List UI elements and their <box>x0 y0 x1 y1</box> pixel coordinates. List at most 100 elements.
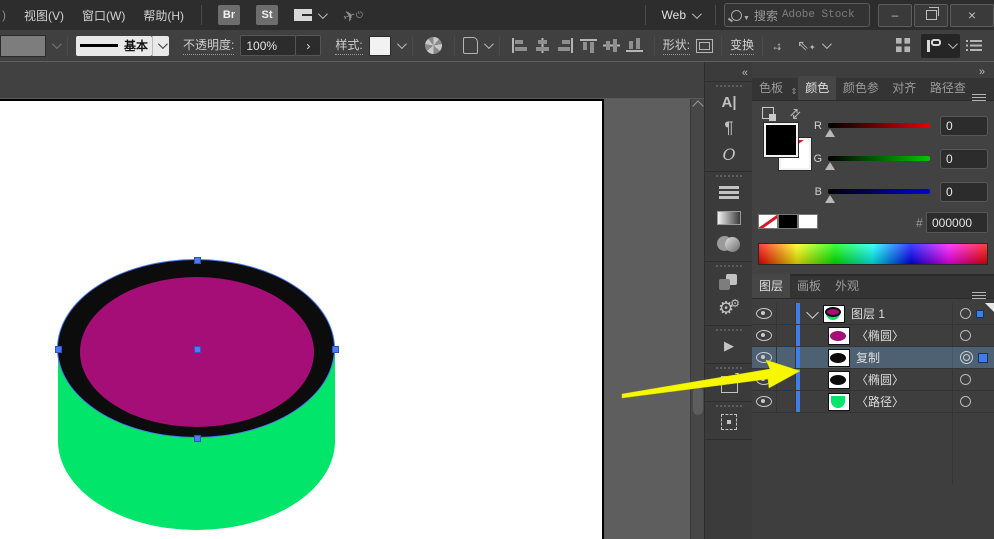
stock-search-input[interactable]: ▼ 搜索 Adobe Stock <box>724 3 870 27</box>
align-center-vertical-icon[interactable] <box>603 38 620 53</box>
target-cell[interactable] <box>952 391 994 412</box>
target-double-circle-icon[interactable] <box>960 351 973 364</box>
anchor-point-center[interactable] <box>194 346 201 353</box>
lock-cell[interactable] <box>777 303 796 324</box>
visibility-cell[interactable] <box>752 391 777 412</box>
align-top-icon[interactable] <box>580 38 597 53</box>
visibility-cell[interactable] <box>752 303 777 324</box>
menu-view[interactable]: 视图(V) <box>15 7 73 24</box>
select-similar-button[interactable]: ⇖✦ <box>797 37 828 54</box>
bridge-button[interactable]: Br <box>218 5 240 25</box>
selection-indicator[interactable] <box>976 310 984 318</box>
tab-layers[interactable]: 图层 <box>752 274 790 298</box>
red-slider-thumb[interactable] <box>825 129 835 137</box>
collapse-panels-icon[interactable]: » <box>979 66 984 78</box>
green-slider[interactable] <box>828 156 930 161</box>
workspace-switcher[interactable]: Web <box>654 8 707 22</box>
symbols-panel-icon[interactable]: ⚙⚙ <box>705 295 753 321</box>
default-fill-stroke-icon[interactable] <box>762 107 774 119</box>
scroll-up-icon[interactable] <box>692 100 703 111</box>
layer-name[interactable]: 复制 <box>856 349 880 366</box>
stroke-profile-dropdown[interactable]: 基本 <box>76 36 169 56</box>
dock-grip[interactable] <box>716 85 742 87</box>
target-cell[interactable] <box>952 347 994 368</box>
green-slider-thumb[interactable] <box>825 162 835 170</box>
anchor-point-right[interactable] <box>332 346 339 353</box>
target-circle-icon[interactable] <box>960 308 971 319</box>
target-cell[interactable] <box>952 325 994 346</box>
panel-menu-icon[interactable] <box>972 94 986 95</box>
layer-thumbnail-black-ellipse[interactable] <box>828 371 850 389</box>
style-swatch[interactable] <box>369 36 391 56</box>
align-center-horizontal-icon[interactable] <box>534 38 551 53</box>
layer-thumbnail-black-ellipse[interactable] <box>828 349 850 367</box>
character-panel-icon[interactable]: A| <box>705 89 753 115</box>
document-setup-button[interactable] <box>463 37 491 54</box>
hex-value-input[interactable]: 000000 <box>926 212 988 233</box>
fill-color-dropdown[interactable] <box>0 35 46 57</box>
anchor-point-bottom[interactable] <box>194 435 201 442</box>
color-spectrum-bar[interactable] <box>758 243 988 265</box>
layer-row-layer1[interactable]: 图层 1 <box>752 303 994 325</box>
arrange-documents-button[interactable] <box>294 9 325 21</box>
align-right-icon[interactable] <box>557 38 574 53</box>
dock-grip[interactable] <box>716 175 742 177</box>
fill-proxy-swatch[interactable] <box>764 123 798 157</box>
none-swatch[interactable] <box>758 214 778 229</box>
menu-help[interactable]: 帮助(H) <box>134 7 193 24</box>
black-swatch[interactable] <box>778 214 798 229</box>
isolate-selected-icon[interactable]: ↔↕ <box>771 38 789 54</box>
menu-list-icon[interactable] <box>966 39 982 52</box>
tab-appearance[interactable]: 外观 <box>828 274 866 298</box>
collapse-dock-icon[interactable]: « <box>742 67 747 79</box>
tab-artboards[interactable]: 画板 <box>790 274 828 298</box>
lock-cell[interactable] <box>777 369 796 390</box>
blue-value-input[interactable]: 0 <box>940 182 988 202</box>
opentype-panel-icon[interactable]: O <box>705 141 753 167</box>
target-circle-icon[interactable] <box>960 330 971 341</box>
layer-row-ellipse-black[interactable]: 〈椭圆〉 <box>752 369 994 391</box>
tab-swatches[interactable]: 色板 <box>752 76 790 100</box>
visibility-cell[interactable] <box>752 347 777 368</box>
workspace-panel-button[interactable] <box>921 34 960 58</box>
red-value-input[interactable]: 0 <box>940 116 988 136</box>
minimize-button[interactable]: – <box>878 4 912 27</box>
anchor-point-left[interactable] <box>55 346 62 353</box>
opacity-stepper[interactable]: › <box>296 35 321 56</box>
opacity-input[interactable]: 100% <box>240 35 296 56</box>
visibility-cell[interactable] <box>752 369 777 390</box>
selection-indicator[interactable] <box>978 353 988 363</box>
scrollbar-thumb[interactable] <box>693 387 703 415</box>
dock-grip[interactable] <box>716 265 742 267</box>
layer-thumbnail-magenta-ellipse[interactable] <box>828 327 850 345</box>
white-swatch[interactable] <box>798 214 818 229</box>
restore-button[interactable] <box>914 4 948 27</box>
vertical-scrollbar[interactable] <box>690 99 705 539</box>
lock-cell[interactable] <box>777 391 796 412</box>
dock-grip[interactable] <box>716 405 742 407</box>
pasteboard[interactable] <box>604 99 690 539</box>
lock-cell[interactable] <box>777 347 796 368</box>
swatches-panel-icon[interactable] <box>705 269 753 295</box>
transform-label[interactable]: 变换 <box>730 36 754 55</box>
tab-color-guide[interactable]: 颜色参 <box>836 76 885 100</box>
export-panel-icon[interactable]: ↗ <box>705 371 753 397</box>
actions-panel-icon[interactable]: ▶ <box>705 333 753 359</box>
shape-properties-icon[interactable] <box>696 39 713 53</box>
transparency-panel-icon[interactable] <box>705 231 753 257</box>
align-left-icon[interactable] <box>511 38 528 53</box>
panel-menu-icon[interactable] <box>972 292 986 293</box>
align-bottom-icon[interactable] <box>626 38 643 53</box>
menu-window[interactable]: 窗口(W) <box>73 7 134 24</box>
layer-name[interactable]: 〈椭圆〉 <box>856 371 904 388</box>
arrange-documents-icon[interactable] <box>895 38 912 53</box>
green-value-input[interactable]: 0 <box>940 149 988 169</box>
recolor-artwork-button[interactable] <box>425 37 442 54</box>
visibility-cell[interactable] <box>752 325 777 346</box>
target-circle-icon[interactable] <box>960 396 971 407</box>
opacity-label[interactable]: 不透明度: <box>183 36 234 55</box>
tab-scroll-icon[interactable]: ⇕ <box>791 87 798 96</box>
style-label[interactable]: 样式: <box>335 36 362 55</box>
stroke-panel-icon[interactable] <box>705 179 753 205</box>
layer-thumbnail-cylinder[interactable] <box>823 305 845 323</box>
